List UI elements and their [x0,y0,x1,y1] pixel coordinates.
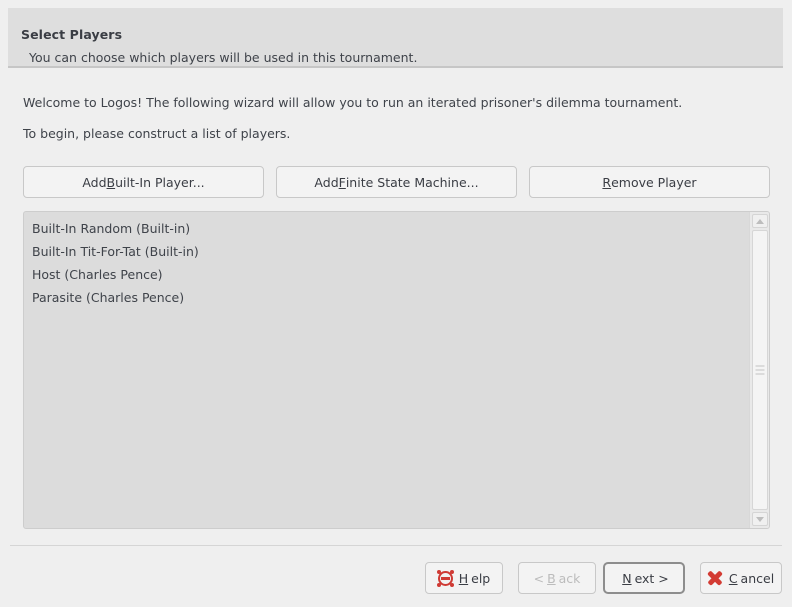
remove-player-mnemonic: R [602,174,612,190]
help-label-post: elp [471,570,491,586]
add-fsm-label-pre: Add [314,174,339,190]
back-label-post: ack [558,570,581,586]
player-list-scrollbar[interactable] [749,212,769,528]
add-fsm-label-post: inite State Machine... [345,174,479,190]
footer-separator [10,545,782,546]
help-buoy-icon [436,569,454,587]
wizard-dialog: Select Players You can choose which play… [0,0,792,607]
page-title: Select Players [21,27,123,42]
add-finite-state-machine-button[interactable]: Add Finite State Machine... [276,166,517,198]
cancel-label-post: ancel [740,570,775,586]
scrollbar-thumb[interactable] [752,230,768,510]
remove-player-button[interactable]: Remove Player [529,166,770,198]
scrollbar-grip-icon [755,365,765,375]
list-item[interactable]: Built-In Tit-For-Tat (Built-in) [24,240,747,263]
list-item[interactable]: Built-In Random (Built-in) [24,217,747,240]
list-item[interactable]: Parasite (Charles Pence) [24,286,747,309]
intro-paragraph-2: To begin, please construct a list of pla… [23,126,291,141]
add-fsm-mnemonic: F [338,174,346,190]
wizard-header-banner: Select Players You can choose which play… [8,8,783,68]
help-button[interactable]: Help [425,562,503,594]
cancel-mnemonic: C [728,570,738,586]
back-mnemonic: B [547,570,556,586]
page-subtitle: You can choose which players will be use… [29,50,418,65]
add-built-in-player-button[interactable]: Add Built-In Player... [23,166,264,198]
back-label-pre: < [533,570,545,586]
player-list[interactable]: Built-In Random (Built-in) Built-In Tit-F… [23,211,770,529]
player-list-items: Built-In Random (Built-in) Built-In Tit-F… [24,217,747,309]
add-built-in-player-mnemonic: B [106,174,116,190]
player-actions-toolbar: Add Built-In Player... Add Finite State … [23,166,770,198]
wizard-footer: Help < Back Next > Cancel [0,562,792,598]
scroll-up-icon[interactable] [752,214,768,228]
scroll-down-icon[interactable] [752,512,768,526]
triangle-up-icon [756,218,764,224]
remove-player-label-post: emove Player [611,174,697,190]
intro-paragraph-1: Welcome to Logos! The following wizard w… [23,95,683,110]
next-label-post: ext > [634,570,669,586]
red-x-icon [707,570,723,586]
next-button[interactable]: Next > [603,562,685,594]
add-built-in-player-label-post: uilt-In Player... [115,174,205,190]
list-item[interactable]: Host (Charles Pence) [24,263,747,286]
next-mnemonic: N [622,570,632,586]
add-built-in-player-label-pre: Add [82,174,107,190]
back-button[interactable]: < Back [518,562,596,594]
cancel-button[interactable]: Cancel [700,562,782,594]
help-mnemonic: H [458,570,469,586]
triangle-down-icon [756,516,764,522]
